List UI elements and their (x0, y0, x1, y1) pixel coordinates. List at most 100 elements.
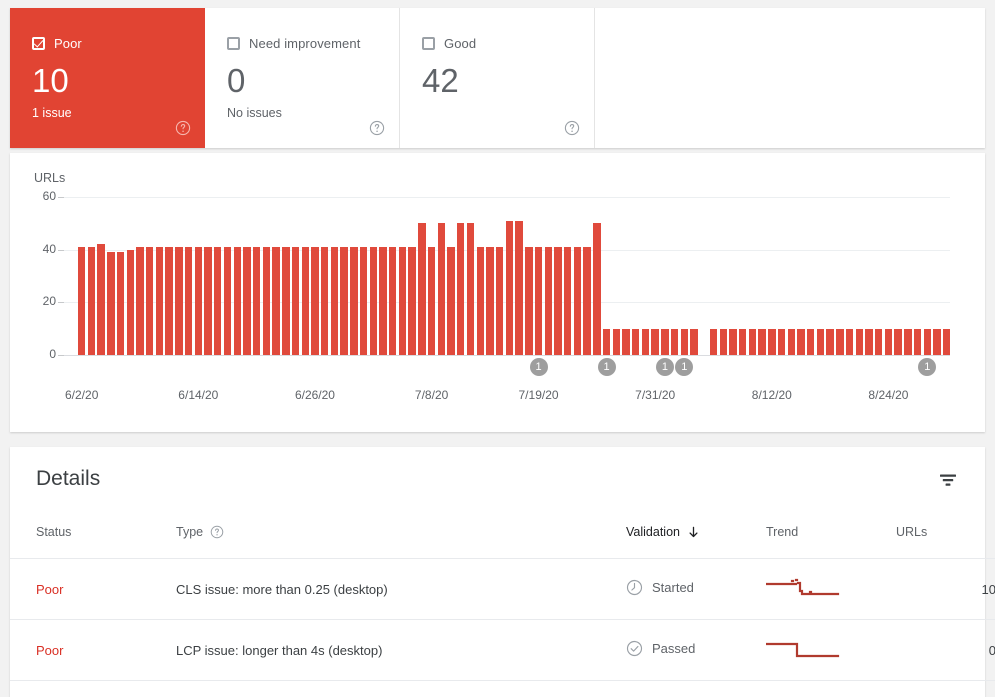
chart-bar[interactable] (670, 328, 679, 355)
chart-bar[interactable] (272, 247, 280, 355)
chart-bar[interactable] (262, 247, 271, 355)
chart-annotation-marker[interactable]: 1 (918, 358, 937, 376)
chart-bar[interactable] (126, 249, 134, 355)
chart-bar[interactable] (680, 328, 689, 355)
chart-bar[interactable] (87, 247, 96, 355)
chart-bar[interactable] (632, 328, 640, 355)
chart-bar[interactable] (330, 247, 339, 355)
chart-bar[interactable] (768, 328, 776, 355)
help-circle-icon[interactable] (175, 120, 191, 136)
chart-bar[interactable] (748, 328, 757, 355)
sort-arrow-down-icon[interactable] (687, 526, 700, 539)
checkbox-poor[interactable] (32, 36, 45, 50)
chart-bar[interactable] (146, 247, 154, 355)
filter-icon[interactable] (937, 469, 959, 491)
chart-bar[interactable] (807, 328, 815, 355)
summary-card-need-improvement[interactable]: Need improvement 0 No issues (205, 8, 400, 148)
chart-bar[interactable] (155, 247, 164, 355)
chart-bar[interactable] (379, 247, 387, 355)
chart-bar[interactable] (486, 247, 494, 355)
chart-bar[interactable] (525, 247, 533, 355)
chart-bar[interactable] (214, 247, 222, 355)
help-circle-icon[interactable] (210, 525, 224, 539)
chart-bar[interactable] (107, 252, 115, 355)
chart-bar[interactable] (466, 223, 475, 355)
help-circle-icon[interactable] (369, 120, 385, 136)
chart-bar[interactable] (447, 247, 455, 355)
chart-annotation-marker[interactable]: 1 (597, 358, 616, 376)
chart-bar[interactable] (865, 328, 873, 355)
chart-bar[interactable] (233, 247, 241, 355)
summary-card-poor[interactable]: Poor 10 1 issue (10, 8, 205, 148)
chart-bar[interactable] (418, 223, 426, 355)
chart-bar[interactable] (943, 328, 951, 355)
column-header-validation[interactable]: Validation (626, 525, 766, 559)
chart-bar[interactable] (544, 247, 552, 355)
chart-bar[interactable] (777, 328, 786, 355)
chart-bar[interactable] (301, 247, 309, 355)
chart-bar[interactable] (602, 328, 611, 355)
chart-bar[interactable] (398, 247, 407, 355)
chart-bar[interactable] (282, 247, 290, 355)
chart-bar[interactable] (855, 328, 863, 355)
chart-bar[interactable] (758, 328, 766, 355)
chart-bar[interactable] (457, 223, 465, 355)
chart-bar[interactable] (408, 247, 416, 355)
chart-bar[interactable] (738, 328, 747, 355)
chart-bar[interactable] (612, 328, 620, 355)
chart-bar[interactable] (437, 223, 446, 355)
chart-bar[interactable] (78, 247, 86, 355)
checkbox-need-improvement[interactable] (227, 36, 240, 50)
chart-bar[interactable] (564, 247, 572, 355)
chart-bar[interactable] (495, 247, 504, 355)
chart-bar[interactable] (826, 328, 834, 355)
chart-bar[interactable] (369, 247, 377, 355)
column-header-trend[interactable]: Trend (766, 525, 896, 559)
chart-bar[interactable] (923, 328, 932, 355)
chart-bar[interactable] (194, 247, 203, 355)
table-row[interactable]: Poor CLS issue: more than 0.25 (desktop) (10, 558, 995, 620)
chart-bar[interactable] (651, 328, 659, 355)
chart-bar[interactable] (340, 247, 348, 355)
chart-bar[interactable] (204, 247, 212, 355)
chart-bar[interactable] (311, 247, 319, 355)
chart-bar[interactable] (291, 247, 300, 355)
chart-bar[interactable] (136, 247, 144, 355)
chart-bar[interactable] (97, 244, 105, 355)
column-header-type[interactable]: Type (176, 525, 626, 559)
cell-type[interactable]: CLS issue: more than 0.25 (desktop) (176, 558, 626, 620)
checkbox-good[interactable] (422, 36, 435, 50)
chart-bar[interactable] (884, 328, 893, 355)
chart-bar[interactable] (797, 328, 805, 355)
chart-bar[interactable] (350, 247, 358, 355)
chart-bar[interactable] (243, 247, 251, 355)
chart-bar[interactable] (661, 328, 669, 355)
chart-bar[interactable] (816, 328, 825, 355)
chart-bar[interactable] (583, 247, 591, 355)
chart-bar[interactable] (875, 328, 883, 355)
chart-bar[interactable] (933, 328, 941, 355)
chart-bar[interactable] (573, 247, 582, 355)
chart-annotation-marker[interactable]: 1 (529, 358, 548, 376)
chart-bar[interactable] (719, 328, 727, 355)
chart-bar[interactable] (252, 247, 261, 355)
chart-bar[interactable] (845, 328, 854, 355)
chart-bar[interactable] (359, 247, 368, 355)
chart-bar[interactable] (690, 328, 698, 355)
chart-bar[interactable] (515, 220, 523, 355)
chart-bar[interactable] (165, 247, 173, 355)
help-circle-icon[interactable] (564, 120, 580, 136)
chart-bar[interactable] (729, 328, 737, 355)
chart-bar[interactable] (534, 247, 543, 355)
chart-bar[interactable] (184, 247, 193, 355)
chart-bar[interactable] (913, 328, 922, 355)
chart-plot-area[interactable]: 0 20 40 60 6/2/20 6/14/20 6/26/20 7/8/20 7/19/20… (10, 153, 985, 432)
chart-bar[interactable] (904, 328, 912, 355)
column-header-urls[interactable]: URLs (896, 525, 995, 559)
chart-bar[interactable] (787, 328, 795, 355)
chart-bar[interactable] (593, 223, 601, 355)
chart-bar[interactable] (223, 247, 232, 355)
chart-annotation-marker[interactable]: 1 (655, 358, 674, 376)
table-row[interactable]: Poor LCP issue: longer than 4s (desktop) (10, 619, 995, 681)
chart-bar[interactable] (175, 247, 183, 355)
